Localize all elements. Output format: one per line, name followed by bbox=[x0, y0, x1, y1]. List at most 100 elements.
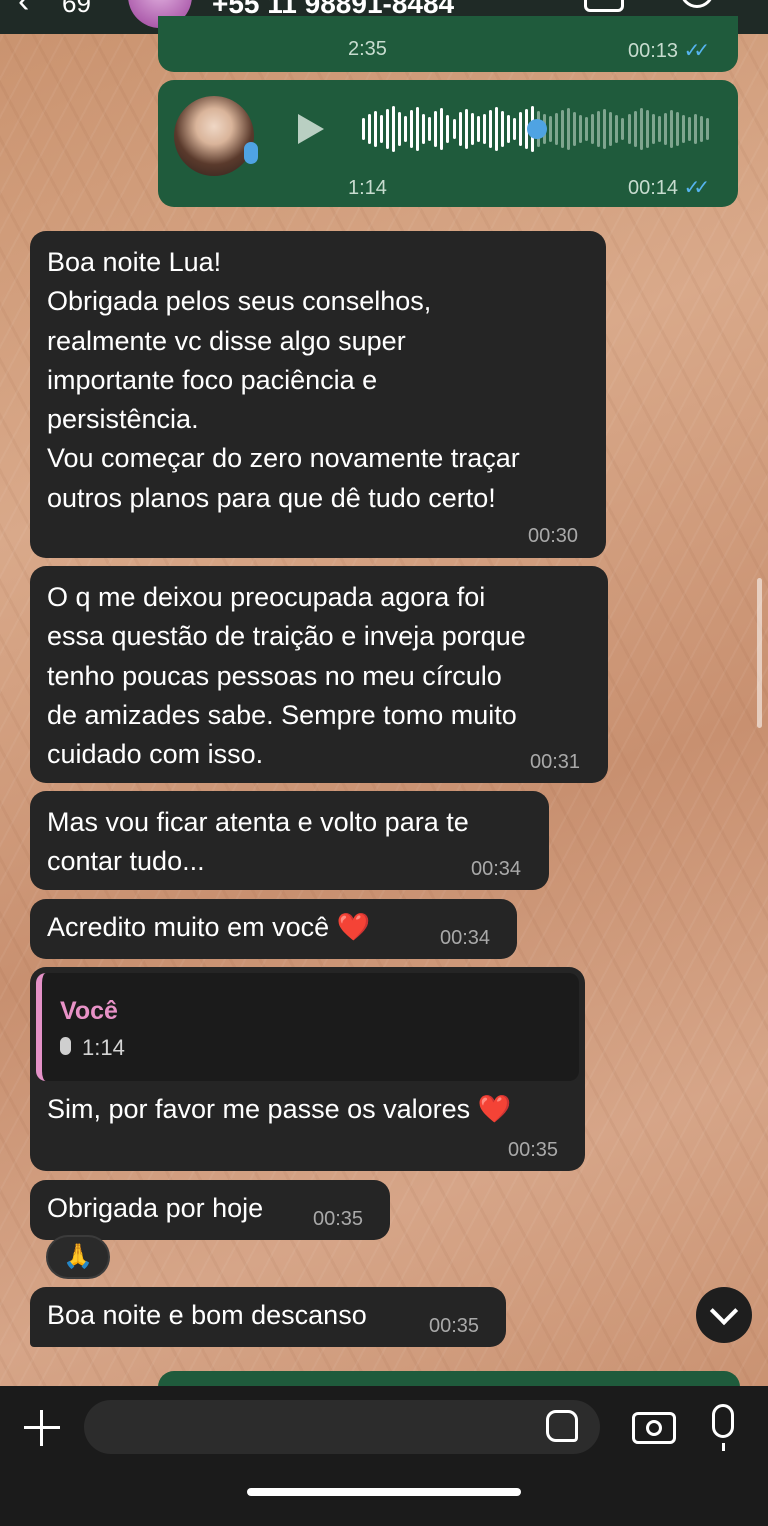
waveform-bar bbox=[693, 114, 697, 144]
scrollbar[interactable] bbox=[757, 578, 762, 728]
waveform-bar bbox=[416, 107, 420, 151]
waveform-bar bbox=[615, 115, 619, 143]
back-chevron-icon[interactable]: ‹ bbox=[18, 0, 29, 21]
waveform-bar bbox=[705, 118, 709, 140]
plus-icon[interactable] bbox=[22, 1408, 62, 1448]
audio-waveform[interactable] bbox=[362, 104, 712, 154]
message-text: Boa noite e bom descanso bbox=[47, 1300, 367, 1330]
message-time: 00:30 bbox=[528, 525, 579, 547]
waveform-bar bbox=[549, 116, 553, 142]
message-text: Obrigada por hoje bbox=[47, 1193, 264, 1223]
waveform-bar bbox=[374, 111, 378, 147]
message-time: 00:31 bbox=[530, 751, 581, 773]
waveform-bar bbox=[464, 109, 468, 149]
microphone-icon bbox=[60, 1037, 71, 1055]
scroll-to-bottom-button[interactable] bbox=[696, 1287, 752, 1343]
microphone-icon[interactable] bbox=[712, 1404, 734, 1451]
camera-icon[interactable] bbox=[632, 1412, 676, 1444]
read-receipt-icon: ✓✓ bbox=[683, 177, 710, 199]
waveform-bar bbox=[669, 110, 673, 148]
waveform-bar bbox=[591, 114, 595, 144]
play-icon[interactable] bbox=[298, 114, 324, 144]
waveform-bar bbox=[567, 108, 571, 150]
waveform-bar bbox=[561, 110, 565, 148]
waveform-bar bbox=[368, 114, 372, 144]
waveform-bar bbox=[597, 111, 601, 147]
waveform-bar bbox=[687, 117, 691, 141]
phone-icon[interactable] bbox=[680, 0, 714, 8]
voice-message-bubble[interactable]: 1:14 00:14 ✓✓ bbox=[158, 80, 738, 207]
message-time: 00:34 bbox=[471, 858, 522, 880]
waveform-bar bbox=[440, 108, 444, 150]
chevron-down-icon bbox=[709, 1296, 739, 1326]
incoming-message[interactable]: Acredito muito em você ❤️ 00:34 bbox=[30, 899, 517, 959]
message-text: Acredito muito em você ❤️ bbox=[47, 912, 371, 942]
message-text: O q me deixou preocupada agora foi essa … bbox=[47, 582, 526, 770]
waveform-bar bbox=[518, 112, 522, 146]
reaction-badge[interactable]: 🙏 bbox=[46, 1235, 110, 1279]
waveform-bar bbox=[609, 112, 613, 146]
waveform-bar bbox=[681, 115, 685, 143]
waveform-bar bbox=[651, 114, 655, 144]
waveform-bar bbox=[470, 113, 474, 145]
message-time: 00:35 bbox=[313, 1208, 364, 1230]
waveform-bar bbox=[573, 112, 577, 146]
waveform-bar bbox=[645, 110, 649, 148]
microphone-icon bbox=[244, 142, 258, 164]
message-input[interactable] bbox=[84, 1400, 600, 1454]
incoming-message[interactable]: Obrigada por hoje 00:35 bbox=[30, 1180, 390, 1240]
waveform-bar bbox=[428, 117, 432, 141]
quoted-author: Você bbox=[60, 997, 118, 1025]
message-time: 00:35 bbox=[508, 1139, 559, 1161]
waveform-bar bbox=[699, 116, 703, 142]
waveform-bar bbox=[512, 118, 516, 140]
waveform-bar bbox=[380, 115, 384, 143]
voice-duration: 1:14 bbox=[348, 177, 387, 199]
waveform-bar bbox=[657, 116, 661, 142]
message-text: Sim, por favor me passe os valores ❤️ bbox=[47, 1094, 512, 1124]
waveform-bar bbox=[482, 114, 486, 144]
waveform-bar bbox=[585, 117, 589, 141]
waveform-bar bbox=[663, 113, 667, 145]
sender-avatar bbox=[174, 96, 254, 176]
waveform-bar bbox=[410, 110, 414, 148]
sticker-icon[interactable] bbox=[546, 1410, 578, 1442]
waveform-bar bbox=[621, 118, 625, 140]
waveform-bar bbox=[494, 107, 498, 151]
video-call-icon[interactable] bbox=[584, 0, 624, 12]
quoted-duration: 1:14 bbox=[82, 1035, 125, 1060]
waveform-bar bbox=[446, 115, 450, 143]
voice-duration: 2:35 bbox=[348, 38, 387, 60]
waveform-bar bbox=[506, 115, 510, 143]
waveform-bar bbox=[362, 118, 365, 140]
incoming-message[interactable]: O q me deixou preocupada agora foi essa … bbox=[30, 566, 608, 783]
message-text: Boa noite Lua! Obrigada pelos seus conse… bbox=[47, 247, 520, 513]
waveform-bar bbox=[603, 109, 607, 149]
voice-message-bubble[interactable]: 2:35 00:13 ✓✓ bbox=[158, 16, 738, 72]
incoming-reply-message[interactable]: Você 1:14 Sim, por favor me passe os val… bbox=[30, 967, 585, 1171]
home-indicator[interactable] bbox=[247, 1488, 521, 1496]
waveform-bar bbox=[404, 116, 408, 142]
waveform-bar bbox=[386, 109, 390, 149]
incoming-message[interactable]: Boa noite e bom descanso 00:35 bbox=[30, 1287, 506, 1347]
waveform-bar bbox=[555, 113, 559, 145]
quoted-message[interactable]: Você 1:14 bbox=[36, 973, 579, 1081]
waveform-bar bbox=[579, 115, 583, 143]
waveform-bar bbox=[452, 119, 456, 139]
message-text: Mas vou ficar atenta e volto para te con… bbox=[47, 807, 469, 877]
waveform-bar bbox=[639, 108, 643, 150]
playback-knob[interactable] bbox=[527, 119, 547, 139]
message-time: 00:35 bbox=[429, 1315, 480, 1337]
incoming-message[interactable]: Mas vou ficar atenta e volto para te con… bbox=[30, 791, 549, 890]
waveform-bar bbox=[476, 116, 480, 142]
message-time: 00:13 ✓✓ bbox=[628, 40, 710, 62]
waveform-bar bbox=[500, 111, 504, 147]
waveform-bar bbox=[627, 114, 631, 144]
message-time: 00:34 bbox=[440, 927, 491, 949]
incoming-message[interactable]: Boa noite Lua! Obrigada pelos seus conse… bbox=[30, 231, 606, 558]
read-receipt-icon: ✓✓ bbox=[683, 40, 710, 62]
waveform-bar bbox=[422, 114, 426, 144]
unread-count[interactable]: 69 bbox=[62, 0, 91, 19]
waveform-bar bbox=[434, 111, 438, 147]
waveform-bar bbox=[675, 112, 679, 146]
